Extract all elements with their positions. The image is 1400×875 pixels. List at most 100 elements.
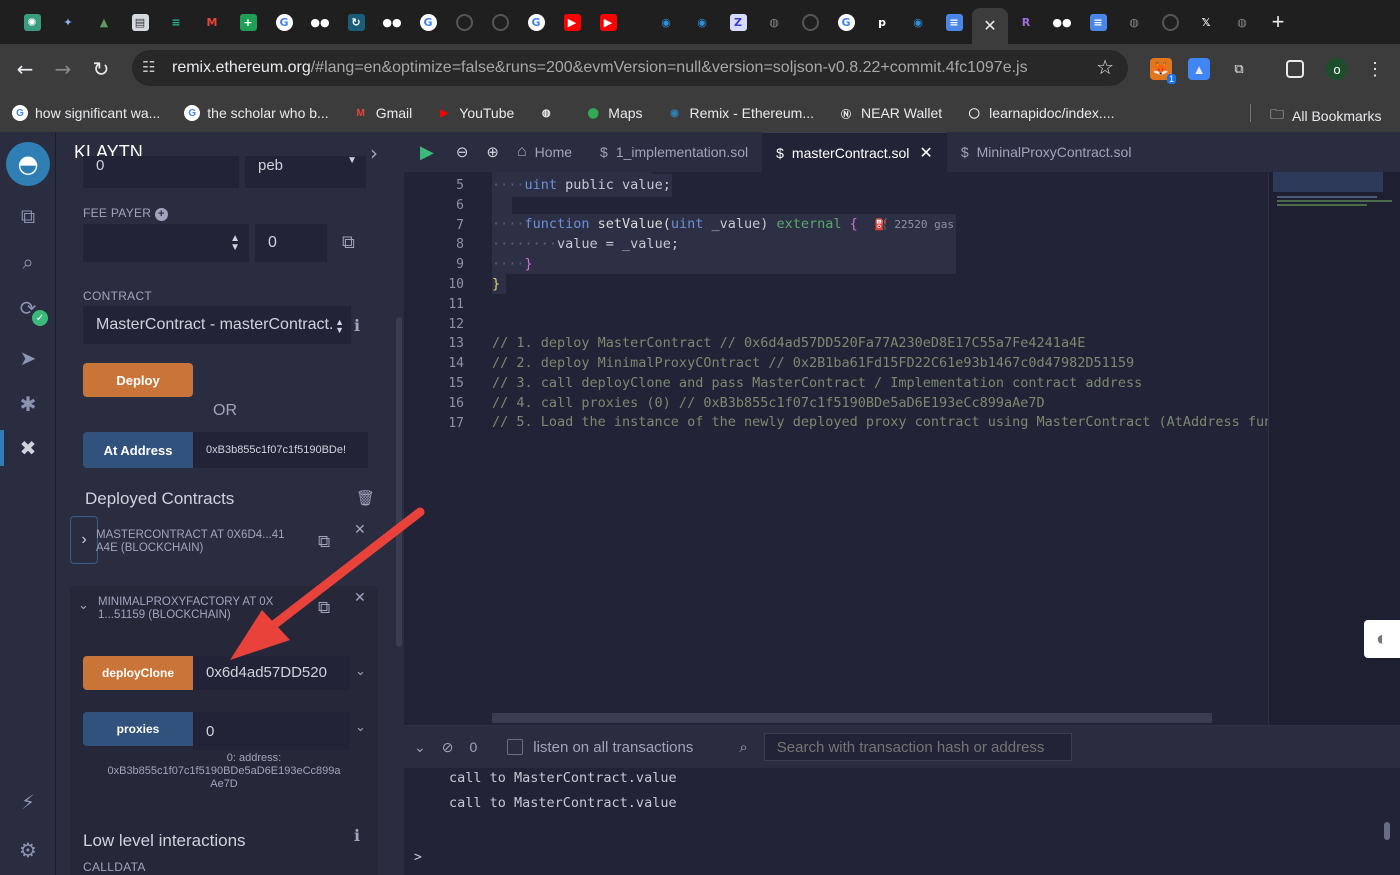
browser-tab[interactable]: ▶ (554, 7, 590, 37)
expand-chevron-icon[interactable]: › (70, 516, 98, 564)
info-icon[interactable]: ℹ (354, 316, 360, 335)
bookmark-item[interactable]: Gthe scholar who b... (184, 105, 329, 121)
bookmark-item[interactable]: ◯ learnapidoc/index.... (966, 105, 1115, 121)
chevron-down-icon[interactable]: ⌄ (355, 720, 366, 735)
browser-tab[interactable]: ≡ (936, 7, 972, 37)
search-icon[interactable]: ⌕ (14, 248, 42, 276)
reload-button[interactable]: ↻ (82, 57, 120, 81)
proxies-button[interactable]: proxies (83, 712, 193, 746)
browser-tab[interactable]: R (1008, 7, 1044, 37)
settings-gear-icon[interactable]: ⚙ (14, 836, 42, 864)
bookmark-star-icon[interactable]: ☆ (1096, 55, 1114, 80)
browser-tab[interactable]: ✺ (14, 7, 50, 37)
browser-tab[interactable]: ◉ (648, 7, 684, 37)
tab-proxycontract[interactable]: $ MininalProxyContract.sol (947, 132, 1146, 172)
address-bar[interactable]: ☷ remix.ethereum.org/#lang=en&optimize=f… (132, 50, 1128, 86)
all-bookmarks[interactable]: 🗀 All Bookmarks (1270, 104, 1381, 128)
browser-tab[interactable]: ≡ (1080, 7, 1116, 37)
browser-tab[interactable]: ▶ (590, 7, 626, 37)
fee-payer-select[interactable]: ▲ ▼ (83, 224, 249, 262)
bookmark-item[interactable]: ▶ YouTube (436, 105, 514, 121)
profile-avatar[interactable]: o (1326, 58, 1348, 80)
chevron-right-icon[interactable]: › (370, 141, 378, 165)
file-explorer-icon[interactable]: ⧉ (14, 202, 42, 230)
browser-tab[interactable]: G (518, 7, 554, 37)
deployclone-input[interactable]: 0x6d4ad57DD520 (193, 656, 350, 690)
deployclone-button[interactable]: deployClone (83, 656, 193, 690)
bookmark-item[interactable]: ⬤ Maps (585, 105, 643, 121)
metamask-icon[interactable]: 🦊 1 (1150, 58, 1176, 84)
fee-payer-value-input[interactable]: 0 (255, 224, 327, 262)
add-circle-icon[interactable]: + (154, 208, 168, 221)
site-info-icon[interactable]: ☷ (142, 58, 155, 76)
bookmark-item[interactable]: ◍ (538, 105, 561, 121)
browser-tab[interactable]: G (828, 7, 864, 37)
bookmark-item[interactable]: Ⓝ NEAR Wallet (838, 105, 942, 121)
plugin-manager-icon[interactable]: ⚡ (14, 788, 42, 816)
menu-icon[interactable]: ⋮ (1364, 58, 1386, 80)
browser-tab[interactable]: ●● (1044, 7, 1080, 37)
horizontal-scrollbar[interactable] (492, 713, 1212, 723)
browser-tab[interactable]: ●● (374, 7, 410, 37)
at-address-button[interactable]: At Address (83, 432, 193, 468)
zoom-in-icon[interactable]: ⊕ (486, 143, 499, 161)
compiler-icon[interactable]: ⟳ ✓ (14, 294, 48, 326)
browser-tab[interactable]: Z (720, 7, 756, 37)
browser-tab[interactable] (792, 7, 828, 37)
value-input[interactable]: 0 (83, 156, 239, 188)
close-tab-icon[interactable]: ✕ (919, 143, 932, 163)
at-address-input[interactable]: 0xB3b855c1f07c1f5190BDe! (193, 432, 368, 468)
browser-tab[interactable]: ↻ (338, 7, 374, 37)
browser-tab[interactable]: G (410, 7, 446, 37)
copy-icon[interactable]: ⧉ (318, 598, 330, 618)
extension-icon[interactable]: ▲ (1188, 58, 1210, 80)
tab-mastercontract[interactable]: $ masterContract.sol ✕ (762, 132, 947, 172)
info-icon[interactable]: ℹ (354, 826, 360, 845)
browser-tab[interactable]: + (230, 7, 266, 37)
trash-icon[interactable]: 🗑 (356, 489, 375, 507)
terminal-scrollbar[interactable] (1384, 822, 1390, 840)
browser-tab[interactable]: ≡ (158, 7, 194, 37)
browser-tab[interactable]: 𝕏 (1188, 7, 1224, 37)
clear-console-icon[interactable]: ⊘ (442, 739, 454, 756)
back-button[interactable]: ← (6, 57, 44, 81)
terminal-prompt[interactable]: > (414, 850, 422, 865)
bookmark-item[interactable]: ◉ Remix - Ethereum... (667, 105, 814, 121)
debugger-icon[interactable]: ✱ (14, 390, 42, 418)
copy-icon[interactable]: ⧉ (342, 232, 355, 253)
contract-select[interactable]: MasterContract - masterContract. ▲ ▼ (83, 306, 351, 344)
bookmark-item[interactable]: Ghow significant wa... (12, 105, 160, 121)
browser-tab-active[interactable]: ✕ (972, 8, 1008, 44)
browser-tab[interactable]: ◍ (756, 7, 792, 37)
sidepanel-icon[interactable] (1286, 60, 1304, 78)
browser-tab[interactable]: M (194, 7, 230, 37)
browser-tab[interactable]: ▤ (122, 7, 158, 37)
browser-tab[interactable]: ◉ (900, 7, 936, 37)
terminal-search-input[interactable] (763, 733, 1072, 761)
zoom-out-icon[interactable]: ⊖ (456, 143, 469, 161)
chevron-down-icon[interactable]: ⌄ (355, 664, 366, 679)
tab-implementation[interactable]: $1_implementation.sol (586, 132, 762, 172)
bookmark-item[interactable]: M Gmail (353, 105, 413, 121)
browser-tab[interactable]: ✦ (50, 7, 86, 37)
browser-tab[interactable] (446, 7, 482, 37)
proxies-input[interactable]: 0 (193, 712, 350, 750)
close-icon[interactable]: ✕ (354, 522, 366, 538)
run-icon[interactable]: ▶ (420, 142, 434, 163)
browser-tab[interactable]: ◍ (1224, 7, 1260, 37)
browser-tab[interactable] (482, 7, 518, 37)
browser-tab[interactable]: ◉ (684, 7, 720, 37)
close-tab-icon[interactable]: ✕ (983, 16, 996, 36)
deploy-button[interactable]: Deploy (83, 363, 193, 397)
klaytn-plugin-icon[interactable]: ✖ (14, 434, 42, 462)
browser-tab[interactable]: ◍ (1116, 7, 1152, 37)
listen-checkbox[interactable] (507, 739, 524, 755)
browser-tab[interactable]: ●● (302, 7, 338, 37)
browser-tab[interactable]: p (864, 7, 900, 37)
floating-widget-icon[interactable]: ◐ (1364, 620, 1400, 658)
tab-home[interactable]: ⌂ Home (503, 132, 586, 172)
copy-icon[interactable]: ⧉ (318, 532, 330, 552)
remix-logo-icon[interactable]: ◓ (6, 142, 50, 186)
collapse-chevron-icon[interactable]: ⌄ (78, 598, 89, 613)
browser-tab[interactable]: G (266, 7, 302, 37)
